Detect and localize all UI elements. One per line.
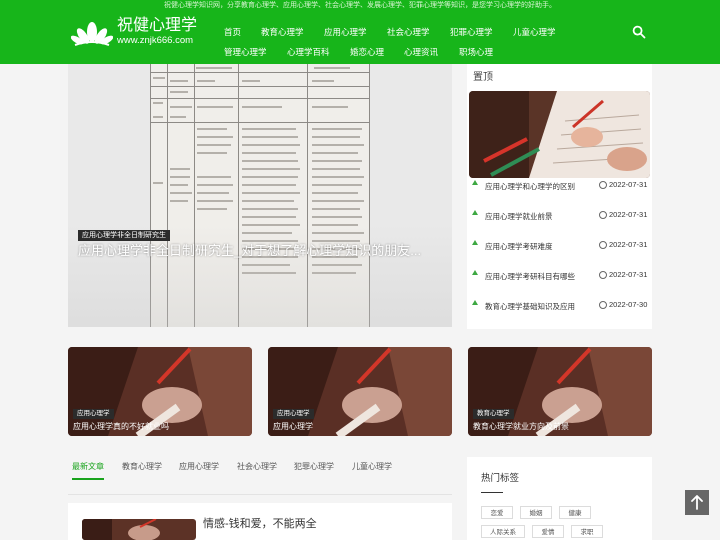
triangle-bullet-icon: [472, 300, 478, 305]
article-thumbnail[interactable]: [82, 519, 196, 540]
pinned-item[interactable]: 应用心理学考研难度 2022-07-31: [467, 239, 652, 253]
tag-chip[interactable]: 恋爱: [481, 506, 513, 519]
nav-home[interactable]: 首页: [224, 27, 241, 38]
site-logo[interactable]: 祝健心理学 www.znjk666.com: [71, 17, 211, 49]
thumb-title[interactable]: 教育心理学就业方向及前景: [473, 421, 569, 432]
nav-workplace-psychology[interactable]: 职场心理: [459, 47, 493, 58]
thumb-title[interactable]: 应用心理学: [273, 421, 313, 432]
thumb-card[interactable]: 教育心理学 教育心理学就业方向及前景: [468, 347, 652, 436]
triangle-bullet-icon: [472, 210, 478, 215]
tab-applied-psychology[interactable]: 应用心理学: [179, 461, 219, 472]
pinned-item-date: 2022-07-31: [609, 270, 648, 279]
hero-title[interactable]: 应用心理学非全日制研究生_对于想了解心理学知识的朋友...: [78, 243, 421, 259]
site-header: 祝健心理学知识网，分享教育心理学、应用心理学、社会心理学、发展心理学、犯罪心理学…: [0, 0, 720, 64]
pinned-item-title[interactable]: 应用心理学就业前景: [485, 212, 553, 222]
tab-educational-psychology[interactable]: 教育心理学: [122, 461, 162, 472]
triangle-bullet-icon: [472, 270, 478, 275]
logo-title: 祝健心理学: [117, 17, 198, 34]
thumb-category-tag[interactable]: 应用心理学: [273, 409, 314, 419]
logo-url: www.znjk666.com: [117, 35, 194, 46]
pinned-item-date: 2022-07-31: [609, 210, 648, 219]
nav-love-marriage[interactable]: 婚恋心理: [350, 47, 384, 58]
clock-icon: [599, 301, 607, 309]
clock-icon: [599, 211, 607, 219]
pinned-heading: 置顶: [473, 72, 493, 83]
tab-latest[interactable]: 最新文章: [72, 461, 104, 472]
pinned-item-title[interactable]: 应用心理学考研科目有哪些: [485, 272, 575, 282]
featured-slide[interactable]: 应用心理学非全日制研究生 应用心理学非全日制研究生_对于想了解心理学知识的朋友.…: [68, 64, 452, 327]
hot-tags-heading: 热门标签: [481, 473, 520, 484]
pinned-item[interactable]: 应用心理学考研科目有哪些 2022-07-31: [467, 269, 652, 283]
clock-icon: [599, 181, 607, 189]
nav-criminal-psychology[interactable]: 犯罪心理学: [450, 27, 493, 38]
tag-chip[interactable]: 爱情: [532, 525, 564, 538]
heading-underline: [481, 492, 503, 493]
pinned-item[interactable]: 教育心理学基础知识及应用 2022-07-30: [467, 299, 652, 313]
pinned-sidebar: 置顶 应用心理学和心理学的区别 2022-07-31 应用心理学就业前景 202…: [467, 64, 652, 329]
pinned-item[interactable]: 应用心理学和心理学的区别 2022-07-31: [467, 179, 652, 193]
pinned-item-title[interactable]: 应用心理学考研难度: [485, 242, 553, 252]
pinned-item-date: 2022-07-31: [609, 240, 648, 249]
nav-educational-psychology[interactable]: 教育心理学: [261, 27, 304, 38]
nav-applied-psychology[interactable]: 应用心理学: [324, 27, 367, 38]
thumb-category-tag[interactable]: 教育心理学: [473, 409, 514, 419]
nav-child-psychology[interactable]: 儿童心理学: [513, 27, 556, 38]
nav-psychology-wiki[interactable]: 心理学百科: [287, 47, 330, 58]
tag-chip[interactable]: 人际关系: [481, 525, 525, 538]
pinned-featured-image[interactable]: [469, 91, 650, 178]
nav-management-psychology[interactable]: 管理心理学: [224, 47, 267, 58]
back-to-top-button[interactable]: [685, 490, 709, 515]
thumb-card[interactable]: 应用心理学 应用心理学: [268, 347, 452, 436]
clock-icon: [599, 271, 607, 279]
triangle-bullet-icon: [472, 240, 478, 245]
tabs-divider: [68, 494, 452, 495]
article-card[interactable]: 情感-钱和爱，不能两全: [68, 503, 452, 540]
article-title[interactable]: 情感-钱和爱，不能两全: [203, 517, 317, 531]
clock-icon: [599, 241, 607, 249]
pinned-item-title[interactable]: 应用心理学和心理学的区别: [485, 182, 575, 192]
hot-tags-panel: 热门标签 恋爱 婚姻 健康 人际关系 爱情 求职: [467, 457, 652, 540]
pinned-item-date: 2022-07-30: [609, 300, 648, 309]
pinned-item-title[interactable]: 教育心理学基础知识及应用: [485, 302, 575, 312]
thumb-title[interactable]: 应用心理学真的不好就业吗: [73, 421, 169, 432]
tag-chip[interactable]: 求职: [571, 525, 603, 538]
nav-social-psychology[interactable]: 社会心理学: [387, 27, 430, 38]
nav-psychology-news[interactable]: 心理资讯: [404, 47, 438, 58]
lotus-logo-icon: [71, 22, 113, 46]
tag-chip[interactable]: 健康: [559, 506, 591, 519]
pinned-item[interactable]: 应用心理学就业前景 2022-07-31: [467, 209, 652, 223]
hero-category-tag[interactable]: 应用心理学非全日制研究生: [78, 230, 170, 241]
tab-social-psychology[interactable]: 社会心理学: [237, 461, 277, 472]
active-tab-indicator: [72, 478, 104, 480]
tab-child-psychology[interactable]: 儿童心理学: [352, 461, 392, 472]
site-tagline: 祝健心理学知识网，分享教育心理学、应用心理学、社会心理学、发展心理学、犯罪心理学…: [164, 2, 556, 9]
tab-criminal-psychology[interactable]: 犯罪心理学: [294, 461, 334, 472]
thumb-card[interactable]: 应用心理学 应用心理学真的不好就业吗: [68, 347, 252, 436]
tag-chip[interactable]: 婚姻: [520, 506, 552, 519]
pinned-item-date: 2022-07-31: [609, 180, 648, 189]
search-icon[interactable]: [632, 25, 646, 39]
thumb-category-tag[interactable]: 应用心理学: [73, 409, 114, 419]
triangle-bullet-icon: [472, 180, 478, 185]
